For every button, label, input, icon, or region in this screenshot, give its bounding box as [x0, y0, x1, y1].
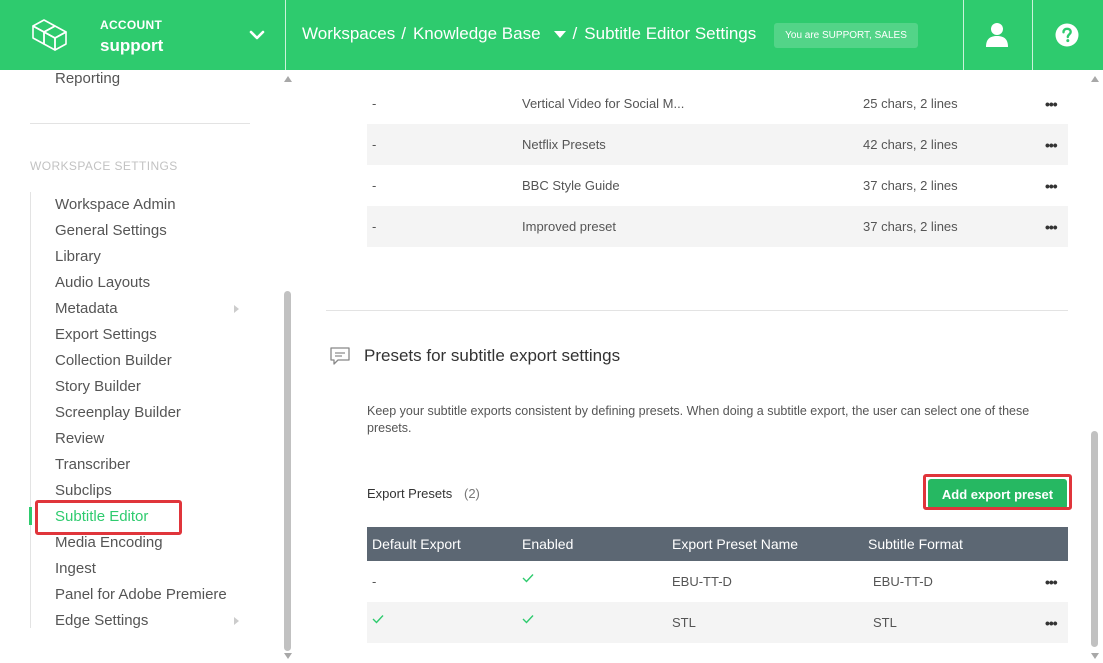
- default-cell: -: [372, 219, 377, 234]
- breadcrumb: Workspaces / Knowledge Base / Subtitle E…: [302, 24, 756, 44]
- sidebar-item-edge-settings[interactable]: Edge Settings: [55, 612, 148, 629]
- subtitle-format: STL: [873, 615, 897, 630]
- highlight-box: [923, 474, 1072, 510]
- column-enabled[interactable]: Enabled: [522, 536, 573, 552]
- breadcrumb-separator: /: [401, 24, 406, 43]
- preset-name: BBC Style Guide: [522, 178, 620, 193]
- breadcrumb-workspaces[interactable]: Workspaces: [302, 24, 395, 44]
- scroll-down-arrow[interactable]: [1091, 653, 1099, 659]
- sidebar-item-story-builder[interactable]: Story Builder: [55, 378, 141, 395]
- scroll-up-arrow[interactable]: [1091, 76, 1099, 82]
- sidebar-item-panel-adobe-premiere[interactable]: Panel for Adobe Premiere: [55, 586, 227, 603]
- section-description: Keep your subtitle exports consistent by…: [367, 404, 1030, 435]
- breadcrumb-knowledge-base[interactable]: Knowledge Base: [413, 24, 541, 44]
- more-options-icon[interactable]: •••: [1045, 219, 1058, 235]
- top-bar: ACCOUNT support Workspaces / Knowledge B…: [0, 0, 1103, 70]
- subtitle-icon: [330, 347, 350, 365]
- preset-name: Vertical Video for Social M...: [522, 96, 685, 111]
- sidebar-item-ingest[interactable]: Ingest: [55, 560, 96, 577]
- preset-limits: 37 chars, 2 lines: [863, 178, 958, 193]
- sidebar-item-general-settings[interactable]: General Settings: [55, 222, 167, 239]
- sidebar-item-collection-builder[interactable]: Collection Builder: [55, 352, 172, 369]
- column-default-export[interactable]: Default Export: [372, 536, 461, 552]
- help-icon[interactable]: [1055, 23, 1079, 47]
- account-switcher[interactable]: ACCOUNT support: [100, 18, 163, 56]
- more-options-icon[interactable]: •••: [1045, 615, 1058, 631]
- divider: [963, 0, 964, 70]
- sidebar-item-library[interactable]: Library: [55, 248, 101, 265]
- sidebar-item-review[interactable]: Review: [55, 430, 104, 447]
- preset-name: Improved preset: [522, 219, 616, 234]
- scroll-down-arrow[interactable]: [284, 653, 292, 659]
- default-cell: -: [372, 178, 377, 193]
- sidebar-item-export-settings[interactable]: Export Settings: [55, 326, 157, 343]
- check-icon: [522, 574, 534, 583]
- column-export-preset-name[interactable]: Export Preset Name: [672, 536, 798, 552]
- highlight-box: [35, 500, 182, 535]
- sidebar-item-workspace-admin[interactable]: Workspace Admin: [55, 196, 176, 213]
- preset-limits: 37 chars, 2 lines: [863, 219, 958, 234]
- section-title: Presets for subtitle export settings: [364, 346, 621, 365]
- role-badge: You are SUPPORT, SALES: [774, 23, 918, 48]
- table-row: - EBU-TT-D EBU-TT-D •••: [367, 561, 1068, 602]
- sidebar-item-screenplay-builder[interactable]: Screenplay Builder: [55, 404, 181, 421]
- divider: [30, 123, 250, 124]
- table-row: - Improved preset 37 chars, 2 lines •••: [367, 206, 1068, 247]
- check-icon: [372, 615, 384, 624]
- column-subtitle-format[interactable]: Subtitle Format: [868, 536, 963, 552]
- preset-name: STL: [672, 615, 696, 630]
- breadcrumb-current-page: Subtitle Editor Settings: [584, 24, 757, 43]
- preset-limits: 42 chars, 2 lines: [863, 137, 958, 152]
- export-presets-count: (2): [464, 486, 480, 501]
- export-presets-label: Export Presets: [367, 486, 453, 501]
- table-row: - Netflix Presets 42 chars, 2 lines •••: [367, 124, 1068, 165]
- more-options-icon[interactable]: •••: [1045, 137, 1058, 153]
- preset-name: EBU-TT-D: [672, 574, 732, 589]
- sidebar-tree-line: [30, 192, 31, 628]
- preset-name: Netflix Presets: [522, 137, 606, 152]
- sidebar-item-reporting[interactable]: Reporting: [55, 70, 120, 87]
- expand-arrow-icon[interactable]: [234, 617, 239, 625]
- account-label: ACCOUNT: [100, 18, 163, 32]
- default-cell: -: [372, 137, 377, 152]
- default-cell: -: [372, 96, 377, 111]
- table-header: Default Export Enabled Export Preset Nam…: [367, 527, 1068, 561]
- account-name: support: [100, 36, 164, 55]
- sidebar-item-transcriber[interactable]: Transcriber: [55, 456, 130, 473]
- active-indicator: [29, 507, 32, 525]
- table-row: - BBC Style Guide 37 chars, 2 lines •••: [367, 165, 1068, 206]
- check-icon: [522, 615, 534, 624]
- more-options-icon[interactable]: •••: [1045, 574, 1058, 590]
- table-row: - Vertical Video for Social M... 25 char…: [367, 83, 1068, 124]
- divider: [1032, 0, 1033, 70]
- sidebar: Reporting WORKSPACE SETTINGS Workspace A…: [0, 70, 295, 663]
- divider: [326, 310, 1068, 311]
- more-options-icon[interactable]: •••: [1045, 96, 1058, 112]
- main-content: - Vertical Video for Social M... 25 char…: [295, 70, 1103, 663]
- sidebar-item-subclips[interactable]: Subclips: [55, 482, 112, 499]
- sidebar-scrollbar[interactable]: [284, 291, 291, 651]
- main-scrollbar[interactable]: [1091, 431, 1098, 647]
- preset-limits: 25 chars, 2 lines: [863, 96, 958, 111]
- expand-arrow-icon[interactable]: [234, 305, 239, 313]
- table-row: STL STL •••: [367, 602, 1068, 643]
- caret-down-icon[interactable]: [553, 29, 567, 39]
- scroll-up-arrow[interactable]: [284, 76, 292, 82]
- subtitle-format: EBU-TT-D: [873, 574, 933, 589]
- default-cell: -: [372, 574, 377, 589]
- logo-icon[interactable]: [30, 17, 70, 53]
- sidebar-section-title: WORKSPACE SETTINGS: [30, 159, 178, 173]
- sidebar-item-media-encoding[interactable]: Media Encoding: [55, 534, 163, 551]
- sidebar-item-metadata[interactable]: Metadata: [55, 300, 118, 317]
- more-options-icon[interactable]: •••: [1045, 178, 1058, 194]
- breadcrumb-separator: /: [572, 24, 578, 43]
- user-icon[interactable]: [985, 22, 1009, 48]
- chevron-down-icon[interactable]: [248, 28, 266, 42]
- divider: [285, 0, 286, 70]
- sidebar-item-audio-layouts[interactable]: Audio Layouts: [55, 274, 150, 291]
